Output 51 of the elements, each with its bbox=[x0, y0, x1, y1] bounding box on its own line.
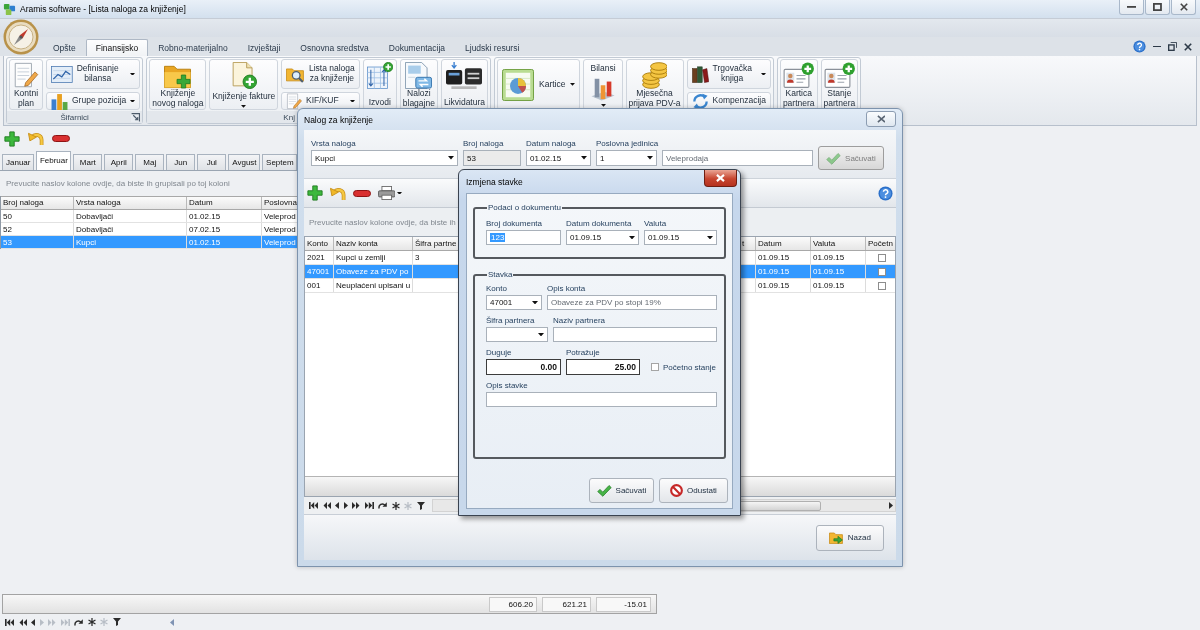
ribbon-group-label: Knj bbox=[283, 112, 295, 122]
table-cell: 01.02.15 bbox=[187, 210, 262, 222]
table-cell: 01.09.15 bbox=[811, 265, 866, 278]
field-label: Datum naloga bbox=[526, 139, 576, 149]
dialog-title: Izmjena stavke bbox=[466, 176, 523, 187]
table-cell: 01.09.15 bbox=[756, 265, 811, 278]
table-cell-text: Veleprod bbox=[263, 211, 297, 222]
table-cell: 53 bbox=[1, 236, 74, 248]
table-cell: Dobavljači bbox=[74, 210, 187, 222]
group-box-title: Podaci o dokumentu bbox=[487, 203, 562, 213]
table-cell: 01.09.15 bbox=[756, 279, 811, 292]
table-cell: 01.02.15 bbox=[187, 236, 262, 248]
table-cell: 01.09.15 bbox=[811, 251, 866, 264]
table-cell: 001 bbox=[305, 279, 334, 292]
field-label: Broj naloga bbox=[463, 139, 504, 149]
table-cell-text: Veleprod bbox=[263, 237, 297, 248]
field-label: Potražuje bbox=[566, 348, 600, 358]
group-panel-hint: Prevucite naslov kolone ovdje, da biste ih bbox=[309, 217, 456, 227]
field-label: Broj dokumenta bbox=[486, 219, 543, 229]
table-cell: Kupci u zemlji bbox=[334, 251, 413, 264]
dialog-title: Nalog za knjiženje bbox=[304, 114, 373, 125]
field-label: Datum dokumenta bbox=[566, 219, 632, 229]
table-cell: Dobavljači bbox=[74, 223, 187, 235]
field-label: Naziv partnera bbox=[553, 316, 606, 326]
table-cell: 01.09.15 bbox=[756, 251, 811, 264]
ribbon-group-label: Šifarnici bbox=[60, 112, 89, 122]
table-cell: 52 bbox=[1, 223, 74, 235]
field-label: Opis konta bbox=[547, 284, 586, 294]
field-label: Duguje bbox=[486, 348, 512, 358]
field-label: Vrsta naloga bbox=[311, 139, 356, 149]
group-box-title: Stavka bbox=[487, 270, 514, 280]
field-label: Valuta bbox=[644, 219, 667, 229]
table-cell: 01.09.15 bbox=[811, 279, 866, 292]
table-cell-text: Veleprod bbox=[263, 224, 297, 235]
table-cell: 47001 bbox=[305, 265, 334, 278]
field-label: Opis stavke bbox=[486, 381, 528, 391]
group-panel-hint: Prevucite naslov kolone ovdje, da biste ih grupisali po toj koloni bbox=[6, 179, 230, 188]
field-label: Konto bbox=[486, 284, 507, 294]
field-label: Šifra partnera bbox=[486, 316, 535, 326]
table-cell: Kupci bbox=[74, 236, 187, 248]
table-cell: 2021 bbox=[305, 251, 334, 264]
table-cell: Neuplaćeni upisani u bbox=[334, 279, 413, 292]
table-cell: Obaveze za PDV po bbox=[334, 265, 413, 278]
field-label: Poslovna jedinica bbox=[596, 139, 659, 149]
summary-cell: 606.20 bbox=[489, 596, 537, 612]
checkbox-label: Početno stanje bbox=[663, 362, 716, 372]
window-title: Aramis software - [Lista naloga za knjiženje] bbox=[20, 4, 186, 14]
summary-cell: -15.01 bbox=[596, 596, 651, 612]
table-cell: 07.02.15 bbox=[187, 223, 262, 235]
table-cell: 50 bbox=[1, 210, 74, 222]
summary-cell: 621.21 bbox=[542, 596, 591, 612]
